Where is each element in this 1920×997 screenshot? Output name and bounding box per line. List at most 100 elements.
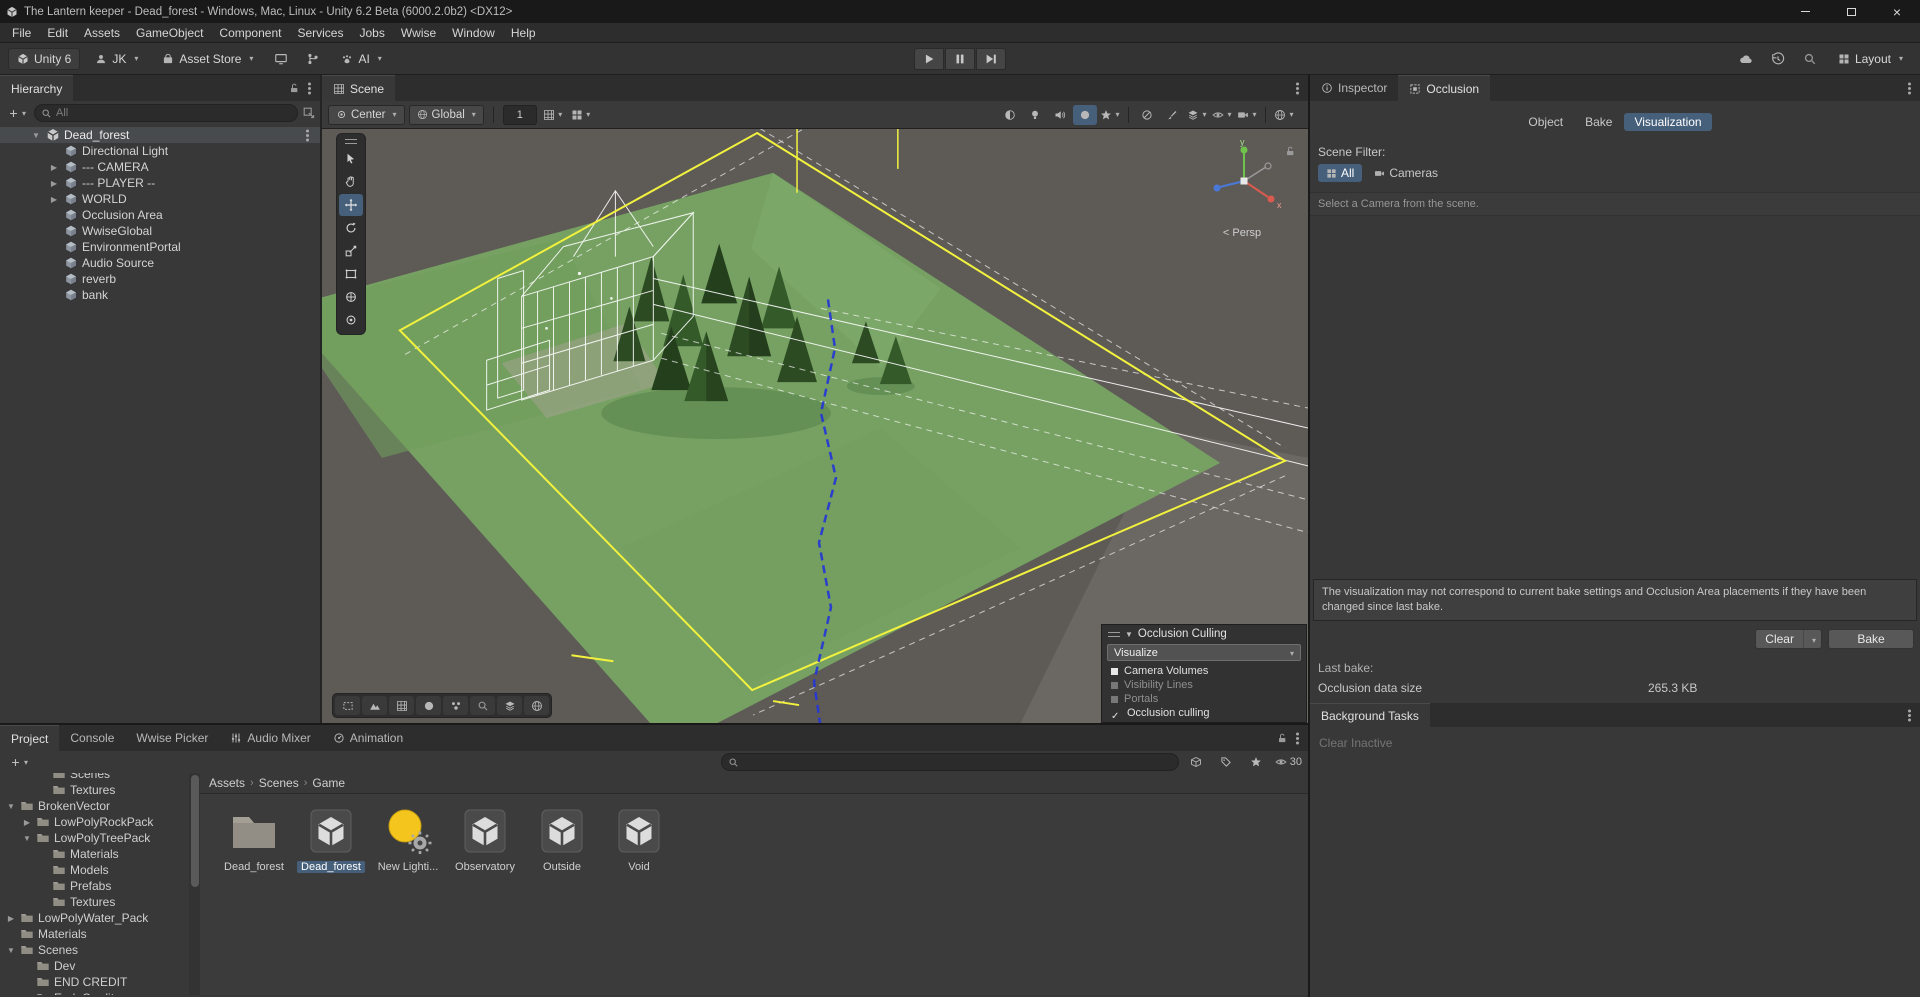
tilemap-grid-icon[interactable] [389,696,414,715]
tool-handle-position-dropdown[interactable]: Center [328,104,405,125]
grid-size-field[interactable]: 1 [502,104,537,125]
pause-button[interactable] [945,47,975,70]
device-simulator-icon[interactable] [268,48,294,70]
tab-project[interactable]: Project [0,725,60,751]
collapse-arrow-icon[interactable]: ▼ [1125,630,1133,639]
transform-tool-icon[interactable] [339,286,363,308]
account-dropdown[interactable]: JK [86,48,147,70]
hierarchy-item[interactable]: ▶ --- CAMERA [0,159,320,175]
select-tool-icon[interactable] [339,148,363,170]
asset-store-dropdown[interactable]: Asset Store [153,48,262,70]
project-tree-item[interactable]: ▼ BrokenVector [0,798,200,814]
asset-item[interactable]: Void [601,804,677,873]
expand-arrow-icon[interactable]: ▼ [30,131,42,140]
kebab-menu-icon[interactable] [300,127,314,143]
expand-arrow-icon[interactable]: ▼ [6,946,16,955]
expand-arrow-icon[interactable]: ▶ [48,163,60,172]
expand-arrow-icon[interactable]: ▼ [22,834,32,843]
hierarchy-item[interactable]: bank [0,287,320,303]
project-tree-item[interactable]: ▶ LowPolyRockPack [0,814,200,830]
unity-version-button[interactable]: Unity 6 [8,47,81,70]
lock-icon[interactable] [288,82,300,94]
gizmo-lock-icon[interactable] [1284,145,1296,157]
project-tree-item[interactable]: ▼ LowPolyTreePack [0,830,200,846]
tool-handle-rotation-dropdown[interactable]: Global [408,104,484,125]
search-icon[interactable] [1797,48,1823,70]
rect-select-icon[interactable] [335,696,360,715]
lock-icon[interactable] [1276,732,1288,744]
project-tree-item[interactable]: Scenes [0,773,200,782]
filter-all-button[interactable]: All [1318,164,1363,182]
shading-mode-icon[interactable] [998,105,1022,125]
add-gameobject-button[interactable] [4,104,30,122]
expand-arrow-icon[interactable]: ▼ [6,802,16,811]
breadcrumb-game[interactable]: Game [312,776,345,790]
occlusion-option-portals[interactable]: Portals [1102,692,1306,706]
search-by-type-icon[interactable] [1183,751,1209,773]
menu-item-assets[interactable]: Assets [76,23,128,42]
mode-tab-visualization[interactable]: Visualization [1624,113,1712,131]
scene-viewport[interactable]: y x < Persp ▼ Occlusion Culling Visualiz… [322,129,1308,723]
layers-dropdown-icon[interactable] [1185,105,1209,125]
kebab-menu-icon[interactable] [1290,80,1304,96]
tab-scene[interactable]: Scene [322,75,396,101]
hierarchy-item[interactable]: Directional Light [0,143,320,159]
scene-visibility-icon[interactable] [1210,105,1234,125]
version-control-icon[interactable] [300,48,326,70]
tab-hierarchy[interactable]: Hierarchy [0,75,74,101]
expand-arrow-icon[interactable]: ▶ [22,818,32,827]
hierarchy-search[interactable] [34,104,298,122]
perspective-toggle[interactable]: < Persp [1196,227,1288,239]
hierarchy-item[interactable]: WwiseGlobal [0,223,320,239]
project-tree-item[interactable]: END CREDIT [0,974,200,990]
occlusion-option-visibility-lines[interactable]: Visibility Lines [1102,678,1306,692]
tab-inspector[interactable]: Inspector [1310,75,1398,101]
asset-item[interactable]: Outside [524,804,600,873]
tab-wwise-picker[interactable]: Wwise Picker [125,725,219,751]
overlay-drag-handle[interactable] [1108,631,1120,637]
ai-dropdown[interactable]: AI [332,48,390,70]
create-asset-button[interactable] [6,753,32,771]
sphere-tool-icon[interactable] [416,696,441,715]
skybox-toggle-icon[interactable] [1073,104,1097,125]
clear-inactive-button[interactable]: Clear Inactive [1319,736,1920,750]
scene-audio-icon[interactable] [1048,105,1072,125]
project-tree-item[interactable]: Textures [0,782,200,798]
expand-arrow-icon[interactable]: ▶ [6,914,16,923]
hierarchy-item[interactable]: ▶ --- PLAYER -- [0,175,320,191]
asset-item[interactable]: Dead_forest [216,804,292,873]
cloud-icon[interactable] [1733,48,1759,70]
breadcrumb-assets[interactable]: Assets [209,776,245,790]
project-tree-item[interactable]: ▼ Scenes [0,942,200,958]
mode-tab-object[interactable]: Object [1518,113,1573,131]
hidden-count-toggle[interactable]: 30 [1275,756,1302,768]
asset-item[interactable]: Observatory [447,804,523,873]
kebab-menu-icon[interactable] [302,80,316,96]
zoom-tool-icon[interactable] [470,696,495,715]
effects-dropdown-icon[interactable] [1098,105,1122,125]
play-button[interactable] [914,47,944,70]
kebab-menu-icon[interactable] [1290,730,1304,746]
snap-settings-icon[interactable] [569,105,593,125]
tab-audio-mixer[interactable]: Audio Mixer [219,725,321,751]
hierarchy-item[interactable]: Occlusion Area [0,207,320,223]
visualize-dropdown[interactable]: Visualize [1107,644,1301,661]
hierarchy-item[interactable]: reverb [0,271,320,287]
grid-visibility-dropdown-icon[interactable] [541,105,565,125]
hierarchy-root-row[interactable]: ▼ Dead_forest [0,127,320,143]
hierarchy-item[interactable]: EnvironmentPortal [0,239,320,255]
step-button[interactable] [976,47,1006,70]
hierarchy-item[interactable]: ▶ WORLD [0,191,320,207]
scrollbar-thumb[interactable] [190,775,199,887]
tab-background-tasks[interactable]: Background Tasks [1310,703,1430,727]
kebab-menu-icon[interactable] [1902,80,1916,96]
clear-dropdown-arrow-icon[interactable] [1802,630,1821,648]
close-button[interactable]: × [1874,0,1920,23]
camera-settings-icon[interactable] [1235,105,1259,125]
menu-item-gameobject[interactable]: GameObject [128,23,211,42]
paint-icon[interactable] [1160,105,1184,125]
filter-cameras-button[interactable]: Cameras [1366,164,1446,182]
tab-animation[interactable]: Animation [322,725,414,751]
scene-picker-icon[interactable] [302,106,316,120]
layout-dropdown[interactable]: Layout [1829,48,1912,70]
